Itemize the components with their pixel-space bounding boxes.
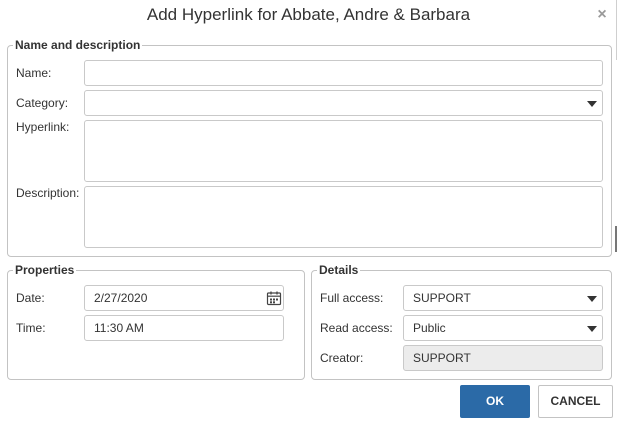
creator-label: Creator: <box>320 351 364 365</box>
name-description-legend: Name and description <box>15 38 141 52</box>
dialog-title: Add Hyperlink for Abbate, Andre & Barbar… <box>146 5 471 24</box>
details-legend: Details <box>319 263 359 277</box>
cancel-button[interactable]: CANCEL <box>538 385 613 418</box>
date-label: Date: <box>16 291 45 305</box>
chevron-down-icon <box>587 101 597 107</box>
read-access-value: Public <box>413 321 446 335</box>
name-input[interactable] <box>84 60 603 86</box>
full-access-label: Full access: <box>320 291 384 305</box>
category-select[interactable] <box>84 90 603 116</box>
hyperlink-label: Hyperlink: <box>16 120 70 134</box>
read-access-select[interactable]: Public <box>403 315 603 341</box>
category-label: Category: <box>16 96 69 110</box>
close-icon[interactable]: × <box>593 6 611 24</box>
hyperlink-textarea[interactable] <box>84 120 603 182</box>
description-textarea[interactable] <box>84 186 603 248</box>
description-label: Description: <box>16 186 80 200</box>
date-input[interactable]: 2/27/2020 <box>84 285 284 311</box>
time-input[interactable]: 11:30 AM <box>84 315 284 341</box>
name-label: Name: <box>16 66 52 80</box>
properties-legend: Properties <box>15 263 75 277</box>
ok-button[interactable]: OK <box>460 385 530 418</box>
chevron-down-icon <box>587 296 597 302</box>
read-access-label: Read access: <box>320 321 393 335</box>
creator-field: SUPPORT <box>403 345 603 371</box>
calendar-icon[interactable] <box>264 287 284 309</box>
full-access-value: SUPPORT <box>413 291 471 305</box>
time-label: Time: <box>16 321 46 335</box>
full-access-select[interactable]: SUPPORT <box>403 285 603 311</box>
chevron-down-icon <box>587 326 597 332</box>
